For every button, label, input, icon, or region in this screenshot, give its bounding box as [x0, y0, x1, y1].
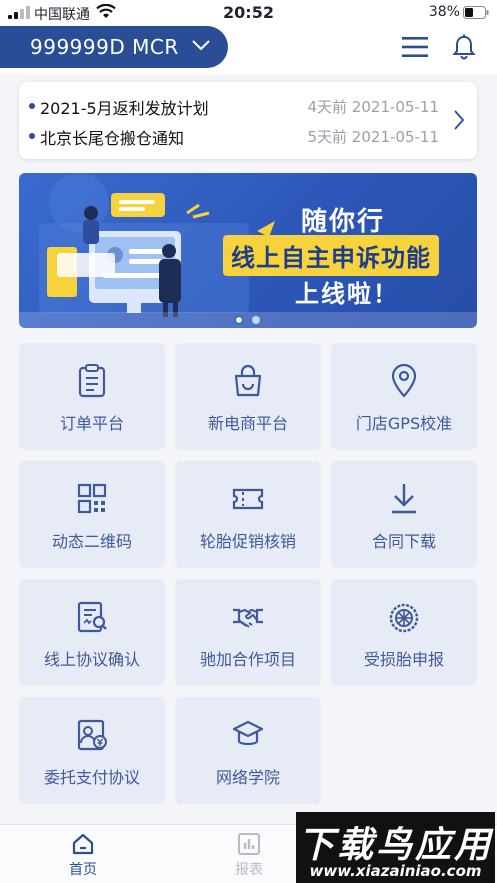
tile-label: 订单平台: [59, 414, 124, 433]
home-icon: [72, 833, 94, 855]
account-selector[interactable]: 999999D MCR: [0, 26, 228, 68]
graduation-cap-icon: [232, 720, 264, 746]
tile-tire-promo[interactable]: 轮胎促销核销: [175, 461, 321, 568]
tile-label: 受损胎申报: [363, 650, 444, 669]
banner-highlight: 线上自主申诉功能: [223, 235, 439, 276]
tile-store-gps[interactable]: 门店GPS校准: [331, 343, 477, 450]
bell-icon[interactable]: [452, 34, 476, 60]
tab-home[interactable]: 首页: [38, 825, 128, 883]
ticket-icon: [232, 488, 264, 510]
tile-label: 合同下载: [371, 532, 436, 551]
tile-label: 新电商平台: [207, 414, 288, 433]
chevron-right-icon: [454, 110, 465, 130]
tab-reports[interactable]: 报表: [204, 825, 294, 883]
bullet-dot: [29, 103, 35, 109]
carousel-dot[interactable]: [252, 316, 260, 324]
notice-card[interactable]: 2021-5月返利发放计划 4天前 2021-05-11 北京长尾仓搬仓通知 5…: [19, 82, 477, 159]
bullet-dot: [29, 133, 35, 139]
watermark-url: www.xiazainiao.com: [309, 862, 482, 880]
battery-percent: 38%: [428, 4, 460, 20]
bar-chart-icon: [238, 833, 260, 855]
tile-damaged-tire-report[interactable]: 受损胎申报: [331, 579, 477, 686]
status-bar: 中国联通 20:52 38%: [0, 0, 497, 26]
tile-order-platform[interactable]: 订单平台: [19, 343, 165, 450]
payment-agreement-icon: [77, 719, 107, 751]
chevron-down-icon: [192, 40, 210, 51]
battery-icon: [463, 6, 489, 19]
notice-item[interactable]: 北京长尾仓搬仓通知 5天前 2021-05-11: [29, 124, 439, 148]
notice-item[interactable]: 2021-5月返利发放计划 4天前 2021-05-11: [29, 94, 439, 118]
tile-contract-download[interactable]: 合同下载: [331, 461, 477, 568]
carousel-dot-active[interactable]: [235, 316, 243, 324]
tile-partnership-project[interactable]: 驰加合作项目: [175, 579, 321, 686]
tile-label: 线上协议确认: [43, 650, 140, 669]
tile-online-academy[interactable]: 网络学院: [175, 697, 321, 804]
account-label: 999999D MCR: [30, 35, 179, 59]
banner-subline: 上线啦！: [295, 280, 399, 308]
tile-label: 网络学院: [215, 768, 280, 787]
map-pin-icon: [391, 364, 417, 398]
notice-date: 4天前 2021-05-11: [307, 98, 440, 116]
tile-label: 委托支付协议: [43, 768, 140, 787]
tile-online-agreement[interactable]: 线上协议确认: [19, 579, 165, 686]
tab-label: 首页: [69, 862, 97, 878]
tile-dynamic-qr[interactable]: 动态二维码: [19, 461, 165, 568]
document-search-icon: [77, 601, 107, 633]
qr-code-icon: [77, 483, 107, 514]
clock: 20:52: [223, 3, 274, 22]
carousel-indicator: [19, 312, 477, 328]
notice-title: 北京长尾仓搬仓通知: [40, 129, 185, 148]
tile-label: 动态二维码: [51, 532, 132, 551]
watermark-title: 下载鸟应用: [297, 825, 493, 866]
tile-label: 轮胎促销核销: [199, 532, 296, 551]
tab-label: 报表: [235, 862, 263, 878]
banner-headline: 随你行: [301, 207, 386, 237]
site-watermark: 下载鸟应用 www.xiazainiao.com: [296, 812, 495, 883]
shopping-bag-icon: [234, 364, 262, 397]
tile-label: 门店GPS校准: [355, 414, 453, 433]
tile-new-ecommerce[interactable]: 新电商平台: [175, 343, 321, 450]
handshake-icon: [233, 608, 263, 628]
promo-banner[interactable]: 随你行 线上自主申诉功能 上线啦！: [19, 173, 477, 328]
tile-label: 驰加合作项目: [199, 650, 296, 669]
notice-title: 2021-5月返利发放计划: [40, 99, 209, 118]
tile-payment-agreement[interactable]: 委托支付协议: [19, 697, 165, 804]
menu-icon[interactable]: [402, 36, 428, 58]
clipboard-icon: [78, 364, 106, 398]
download-icon: [392, 484, 416, 514]
app-header: 999999D MCR: [0, 26, 497, 74]
notice-date: 5天前 2021-05-11: [307, 128, 440, 146]
tire-icon: [389, 603, 419, 633]
